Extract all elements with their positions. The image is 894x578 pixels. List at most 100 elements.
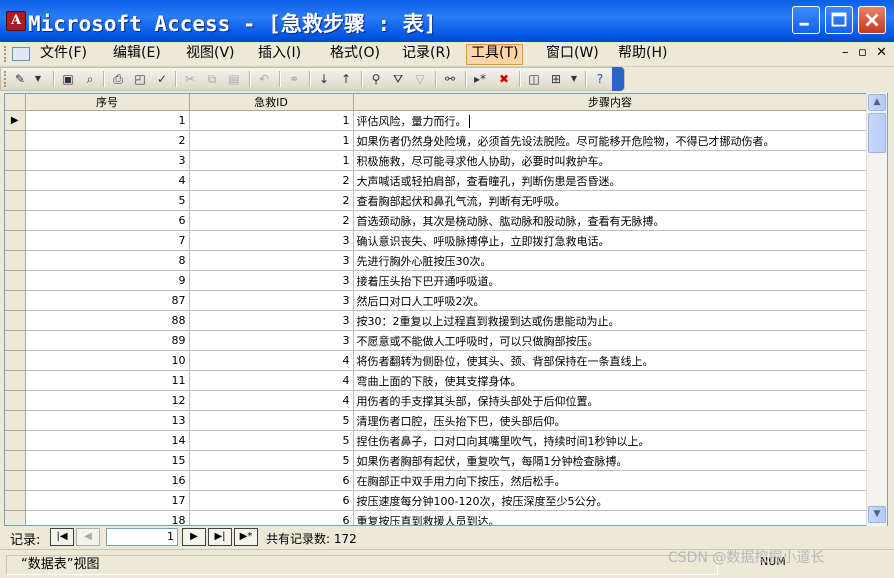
apply-filter-icon[interactable]: ▽ xyxy=(411,70,429,88)
cell-step-content[interactable]: 将伤者翻转为侧卧位，使其头、颈、背部保持在一条直线上。 xyxy=(353,350,868,371)
maximize-button[interactable] xyxy=(825,6,853,34)
cell-rescue-id[interactable]: 4 xyxy=(189,390,354,411)
delete-record-icon[interactable]: ✖ xyxy=(495,70,513,88)
cell-rescue-id[interactable]: 4 xyxy=(189,370,354,391)
save-icon[interactable]: ▣ xyxy=(59,70,77,88)
table-row[interactable]: 16 6 在胸部正中双手用力向下按压，然后松手。 xyxy=(5,470,868,491)
cell-step-content[interactable]: 首选颈动脉，其次是桡动脉、肱动脉和股动脉，查看有无脉搏。 xyxy=(353,210,868,231)
cell-rescue-id[interactable]: 1 xyxy=(189,150,354,171)
cell-step-content[interactable]: 清理伤者口腔，压头抬下巴，使头部后仰。 xyxy=(353,410,868,431)
table-row[interactable]: 10 4 将伤者翻转为侧卧位，使其头、颈、背部保持在一条直线上。 xyxy=(5,350,868,371)
cell-step-content[interactable]: 确认意识丧失、呼吸脉搏停止，立即拨打急救电话。 xyxy=(353,230,868,251)
table-row[interactable]: 5 2 查看胸部起伏和鼻孔气流，判断有无呼吸。 xyxy=(5,190,868,211)
record-selector[interactable] xyxy=(5,430,26,451)
record-selector[interactable] xyxy=(5,290,26,311)
cell-seq[interactable]: 10 xyxy=(25,350,190,371)
record-selector[interactable] xyxy=(5,410,26,431)
cell-rescue-id[interactable]: 4 xyxy=(189,350,354,371)
menu-grip[interactable] xyxy=(4,46,9,62)
cell-seq[interactable]: 89 xyxy=(25,330,190,351)
record-selector[interactable] xyxy=(5,310,26,331)
sort-ascending-icon[interactable]: ↓ xyxy=(315,70,333,88)
cell-seq[interactable]: 14 xyxy=(25,430,190,451)
copy-icon[interactable]: ⧉ xyxy=(203,70,221,88)
record-selector[interactable] xyxy=(5,130,26,151)
table-row[interactable]: 11 4 弯曲上面的下肢，使其支撑身体。 xyxy=(5,370,868,391)
table-row[interactable]: 89 3 不愿意或不能做人工呼吸时，可以只做胸部按压。 xyxy=(5,330,868,351)
cell-seq[interactable]: 5 xyxy=(25,190,190,211)
cell-rescue-id[interactable]: 5 xyxy=(189,430,354,451)
cell-rescue-id[interactable]: 2 xyxy=(189,210,354,231)
cell-rescue-id[interactable]: 6 xyxy=(189,510,354,525)
cell-step-content[interactable]: 按压速度每分钟100-120次，按压深度至少5公分。 xyxy=(353,490,868,511)
print-icon[interactable]: ⎙ xyxy=(109,70,127,88)
record-selector[interactable] xyxy=(5,230,26,251)
table-row[interactable]: 14 5 捏住伤者鼻子，口对口向其嘴里吹气，持续时间1秒钟以上。 xyxy=(5,430,868,451)
table-row[interactable]: 4 2 大声喊话或轻拍肩部，查看瞳孔，判断伤患是否昏迷。 xyxy=(5,170,868,191)
toolbar-options-handle[interactable] xyxy=(612,67,624,91)
cell-step-content[interactable]: 用伤者的手支撑其头部，保持头部处于后仰位置。 xyxy=(353,390,868,411)
cut-icon[interactable]: ✂ xyxy=(181,70,199,88)
cell-step-content[interactable]: 不愿意或不能做人工呼吸时，可以只做胸部按压。 xyxy=(353,330,868,351)
cell-rescue-id[interactable]: 3 xyxy=(189,270,354,291)
table-row[interactable]: 3 1 积极施救，尽可能寻求他人协助，必要时叫救护车。 xyxy=(5,150,868,171)
cell-rescue-id[interactable]: 2 xyxy=(189,170,354,191)
cell-seq[interactable]: 7 xyxy=(25,230,190,251)
table-row[interactable]: 2 1 如果伤者仍然身处险境，必须首先设法脱险。尽可能移开危险物，不得已才挪动伤者。 xyxy=(5,130,868,151)
new-object-dropdown-icon[interactable]: ▼ xyxy=(565,70,583,88)
cell-step-content[interactable]: 捏住伤者鼻子，口对口向其嘴里吹气，持续时间1秒钟以上。 xyxy=(353,430,868,451)
cell-seq[interactable]: 18 xyxy=(25,510,190,525)
cell-rescue-id[interactable]: 3 xyxy=(189,230,354,251)
last-record-button[interactable]: ▶| xyxy=(208,528,232,546)
cell-step-content[interactable]: 积极施救，尽可能寻求他人协助，必要时叫救护车。 xyxy=(353,150,868,171)
view-dropdown-icon[interactable]: ▼ xyxy=(29,70,47,88)
cell-seq[interactable]: 2 xyxy=(25,130,190,151)
cell-seq[interactable]: 88 xyxy=(25,310,190,331)
table-row[interactable]: 8 3 先进行胸外心脏按压30次。 xyxy=(5,250,868,271)
cell-step-content[interactable]: 如果伤者胸部有起伏，重复吹气，每隔1分钟检查脉搏。 xyxy=(353,450,868,471)
spelling-icon[interactable]: ✓ xyxy=(153,70,171,88)
insert-hyperlink-icon[interactable]: ⚭ xyxy=(285,70,303,88)
mdi-close-icon[interactable]: ✕ xyxy=(876,45,887,60)
table-row[interactable]: 12 4 用伤者的手支撑其头部，保持头部处于后仰位置。 xyxy=(5,390,868,411)
vertical-scrollbar[interactable]: ▲ ▼ xyxy=(866,93,887,526)
cell-seq[interactable]: 16 xyxy=(25,470,190,491)
cell-seq[interactable]: 1 xyxy=(25,110,190,131)
menu-insert[interactable]: 插入(I) xyxy=(254,44,305,63)
previous-record-button[interactable]: ◀ xyxy=(76,528,100,546)
menu-view[interactable]: 视图(V) xyxy=(182,44,239,63)
menu-file[interactable]: 文件(F) xyxy=(36,44,91,63)
record-selector[interactable] xyxy=(5,330,26,351)
cell-rescue-id[interactable]: 3 xyxy=(189,250,354,271)
record-selector[interactable] xyxy=(5,490,26,511)
cell-rescue-id[interactable]: 3 xyxy=(189,330,354,351)
table-row[interactable]: 87 3 然后口对口人工呼吸2次。 xyxy=(5,290,868,311)
cell-rescue-id[interactable]: 5 xyxy=(189,450,354,471)
new-record-button[interactable]: ▶* xyxy=(234,528,258,546)
cell-rescue-id[interactable]: 1 xyxy=(189,110,354,131)
new-record-icon[interactable]: ▸* xyxy=(471,70,489,88)
scroll-down-button[interactable]: ▼ xyxy=(868,506,886,523)
record-selector[interactable] xyxy=(5,190,26,211)
record-selector[interactable] xyxy=(5,210,26,231)
record-selector[interactable] xyxy=(5,150,26,171)
cell-step-content[interactable]: 大声喊话或轻拍肩部，查看瞳孔，判断伤患是否昏迷。 xyxy=(353,170,868,191)
cell-seq[interactable]: 4 xyxy=(25,170,190,191)
record-selector[interactable] xyxy=(5,450,26,471)
select-all-corner[interactable] xyxy=(5,94,26,111)
table-row[interactable]: 9 3 接着压头抬下巴开通呼吸道。 xyxy=(5,270,868,291)
cell-step-content[interactable]: 查看胸部起伏和鼻孔气流，判断有无呼吸。 xyxy=(353,190,868,211)
cell-seq[interactable]: 17 xyxy=(25,490,190,511)
record-selector[interactable] xyxy=(5,270,26,291)
cell-rescue-id[interactable]: 6 xyxy=(189,490,354,511)
toolbar-grip[interactable] xyxy=(4,71,9,87)
sort-descending-icon[interactable]: ↑ xyxy=(337,70,355,88)
title-bar[interactable]: A Microsoft Access - [急救步骤 : 表] xyxy=(0,0,894,42)
record-selector[interactable] xyxy=(5,510,26,525)
cell-step-content[interactable]: 重复按压直到救援人员到达。 xyxy=(353,510,868,525)
current-record-selector[interactable]: ▶ xyxy=(5,110,26,131)
cell-seq[interactable]: 9 xyxy=(25,270,190,291)
menu-records[interactable]: 记录(R) xyxy=(398,44,455,63)
cell-rescue-id[interactable]: 3 xyxy=(189,310,354,331)
new-object-icon[interactable]: ⊞ xyxy=(547,70,565,88)
